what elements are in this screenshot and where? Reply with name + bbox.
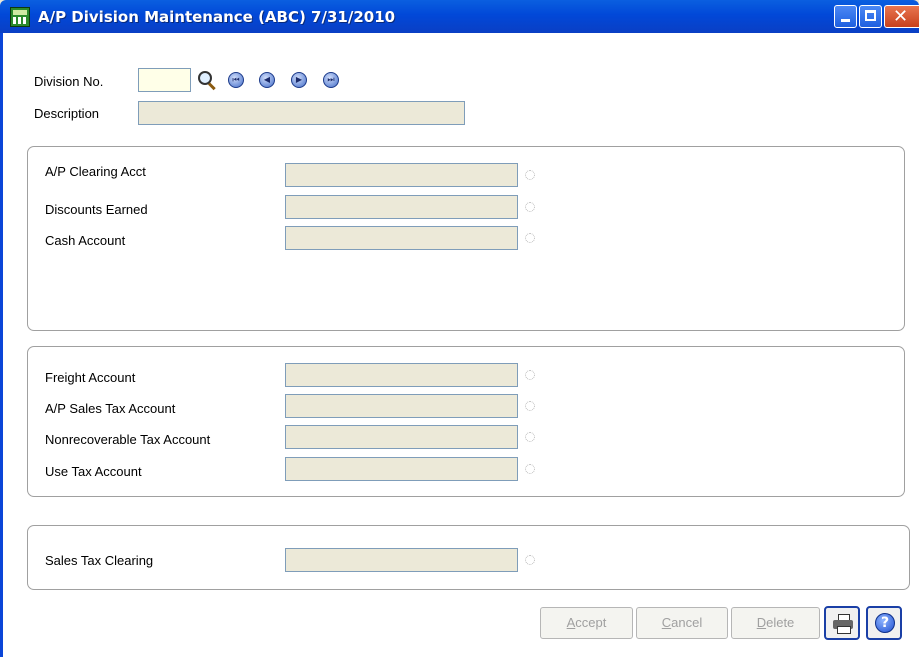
ap-clearing-label: A/P Clearing Acct: [45, 164, 146, 179]
division-no-input[interactable]: [138, 68, 191, 92]
freight-account-lookup-icon[interactable]: [523, 368, 537, 382]
first-record-icon[interactable]: ⏮: [228, 72, 244, 88]
nonrecoverable-tax-input[interactable]: [285, 425, 518, 449]
minimize-icon: [841, 19, 850, 22]
use-tax-label: Use Tax Account: [45, 464, 142, 479]
next-record-icon[interactable]: ▶: [291, 72, 307, 88]
sales-tax-clearing-input[interactable]: [285, 548, 518, 572]
printer-icon: [833, 614, 853, 634]
cash-account-label: Cash Account: [45, 233, 126, 248]
maximize-button[interactable]: [859, 5, 882, 28]
nonrecoverable-tax-lookup-icon[interactable]: [523, 430, 537, 444]
division-no-label: Division No.: [34, 74, 104, 89]
last-record-icon[interactable]: ⏭: [323, 72, 339, 88]
discounts-earned-lookup-icon[interactable]: [523, 200, 537, 214]
app-window: A/P Division Maintenance (ABC) 7/31/2010…: [0, 0, 919, 657]
discounts-earned-label: Discounts Earned: [45, 202, 148, 217]
ap-sales-tax-input[interactable]: [285, 394, 518, 418]
delete-button[interactable]: Delete: [731, 607, 820, 639]
print-button[interactable]: [824, 606, 860, 640]
cash-account-lookup-icon[interactable]: [523, 231, 537, 245]
freight-account-input[interactable]: [285, 363, 518, 387]
minimize-button[interactable]: [834, 5, 857, 28]
sales-tax-clearing-lookup-icon[interactable]: [523, 553, 537, 567]
freight-account-label: Freight Account: [45, 370, 136, 385]
maximize-icon: [865, 10, 876, 21]
previous-record-icon[interactable]: ◀: [259, 72, 275, 88]
help-icon: ?: [875, 613, 895, 633]
sales-tax-clearing-label: Sales Tax Clearing: [45, 553, 154, 568]
discounts-earned-input[interactable]: [285, 195, 518, 219]
window-title: A/P Division Maintenance (ABC) 7/31/2010: [38, 8, 396, 26]
ap-clearing-input[interactable]: [285, 163, 518, 187]
description-input[interactable]: [138, 101, 465, 125]
use-tax-input[interactable]: [285, 457, 518, 481]
accept-button[interactable]: Accept: [540, 607, 633, 639]
close-icon: ✕: [893, 6, 909, 27]
ap-clearing-lookup-icon[interactable]: [523, 168, 537, 182]
cancel-button[interactable]: Cancel: [636, 607, 728, 639]
nonrecoverable-tax-label: Nonrecoverable Tax Account: [45, 432, 211, 447]
ap-sales-tax-lookup-icon[interactable]: [523, 399, 537, 413]
use-tax-lookup-icon[interactable]: [523, 462, 537, 476]
ap-sales-tax-label: A/P Sales Tax Account: [45, 401, 176, 416]
description-label: Description: [34, 106, 100, 121]
search-icon[interactable]: [196, 69, 216, 91]
help-button[interactable]: ?: [866, 606, 902, 640]
app-icon[interactable]: [10, 7, 30, 27]
title-bar[interactable]: A/P Division Maintenance (ABC) 7/31/2010…: [0, 0, 919, 33]
cash-account-input[interactable]: [285, 226, 518, 250]
close-button[interactable]: ✕: [884, 5, 919, 28]
